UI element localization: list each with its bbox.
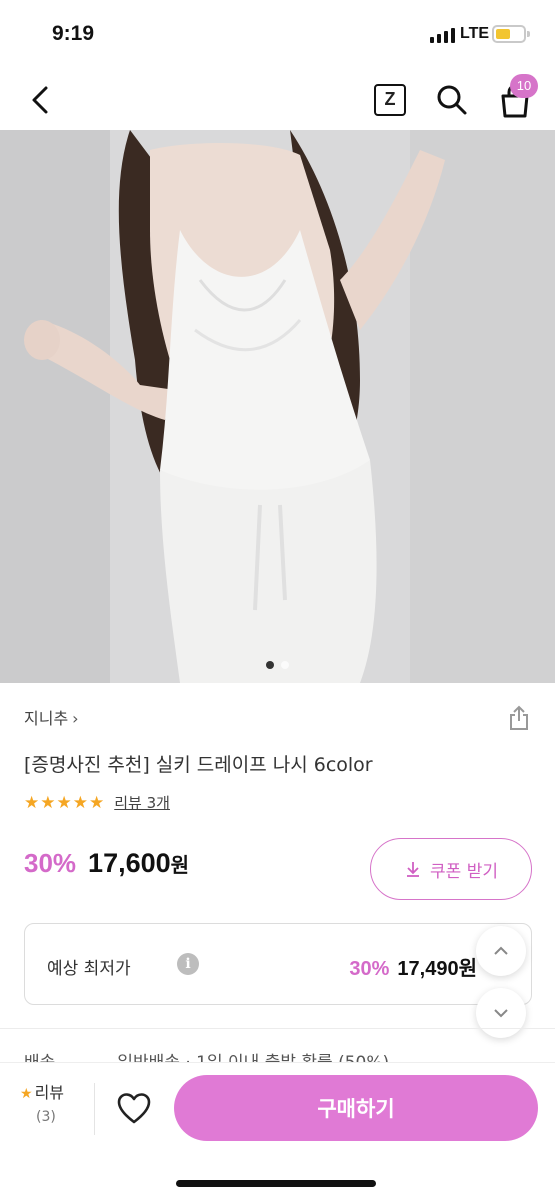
price: 17,600 xyxy=(88,848,171,878)
cart-count-badge: 10 xyxy=(510,74,538,98)
scroll-up-button[interactable] xyxy=(476,926,526,976)
lowest-price-value: 17,490원 xyxy=(397,958,477,980)
coupon-button[interactable]: 쿠폰 받기 xyxy=(370,838,532,900)
pagination-dot[interactable] xyxy=(281,661,289,669)
lowest-price-label: 예상 최저가 xyxy=(47,959,131,979)
chevron-up-icon xyxy=(494,946,508,955)
buy-button[interactable]: 구매하기 xyxy=(174,1075,538,1141)
top-nav: Z 10 xyxy=(0,70,555,130)
share-icon[interactable] xyxy=(507,705,531,731)
star-icon: ★ xyxy=(89,792,105,813)
seller-name[interactable]: 지니추 xyxy=(24,709,68,728)
download-icon xyxy=(407,862,420,877)
divider xyxy=(94,1083,95,1135)
star-icon: ★ xyxy=(72,792,88,813)
lowest-price-box[interactable]: 예상 최저가 i 30% 17,490원 xyxy=(24,923,532,1005)
heart-icon[interactable] xyxy=(114,1089,154,1129)
product-image[interactable] xyxy=(0,130,555,683)
home-indicator xyxy=(176,1180,376,1187)
pagination-dot-active[interactable] xyxy=(266,661,274,669)
review-link[interactable]: 리뷰 3개 xyxy=(114,792,170,813)
discount-rate: 30% xyxy=(24,848,77,878)
info-icon[interactable]: i xyxy=(177,953,199,975)
chevron-right-icon: › xyxy=(72,709,79,728)
star-rating: ★ ★ ★ ★ ★ xyxy=(24,793,104,813)
battery-icon xyxy=(492,25,530,43)
star-icon: ★ xyxy=(20,1086,33,1102)
gallery-pagination xyxy=(0,661,555,669)
star-icon: ★ xyxy=(24,792,40,813)
seller-row[interactable]: 지니추 › xyxy=(24,705,531,731)
scroll-down-button[interactable] xyxy=(476,988,526,1038)
network-label: LTE xyxy=(460,25,490,42)
signal-icon xyxy=(430,27,455,43)
z-icon[interactable]: Z xyxy=(374,84,406,116)
review-count: (3) xyxy=(36,1109,56,1125)
chevron-down-icon xyxy=(494,1009,508,1018)
divider xyxy=(0,1028,555,1029)
lowest-discount: 30% xyxy=(349,958,390,980)
product-title: [증명사진 추천] 실키 드레이프 나시 6color xyxy=(24,754,373,776)
star-icon: ★ xyxy=(40,792,56,813)
rating-row: ★ ★ ★ ★ ★ 리뷰 3개 xyxy=(24,792,170,813)
search-icon[interactable] xyxy=(434,82,470,118)
price-row: 30% 17,600 원 xyxy=(24,848,189,879)
coupon-label: 쿠폰 받기 xyxy=(430,861,498,882)
product-photo xyxy=(0,130,555,683)
chevron-left-icon[interactable] xyxy=(22,80,62,120)
lowest-price: 30% 17,490원 xyxy=(349,952,477,981)
status-bar: 9:19 LTE xyxy=(0,0,555,70)
review-summary-label: 리뷰 xyxy=(34,1083,65,1102)
star-icon: ★ xyxy=(56,792,72,813)
review-summary[interactable]: ★ 리뷰 (3) xyxy=(20,1079,80,1125)
status-time: 9:19 xyxy=(52,22,95,45)
currency: 원 xyxy=(170,853,190,877)
